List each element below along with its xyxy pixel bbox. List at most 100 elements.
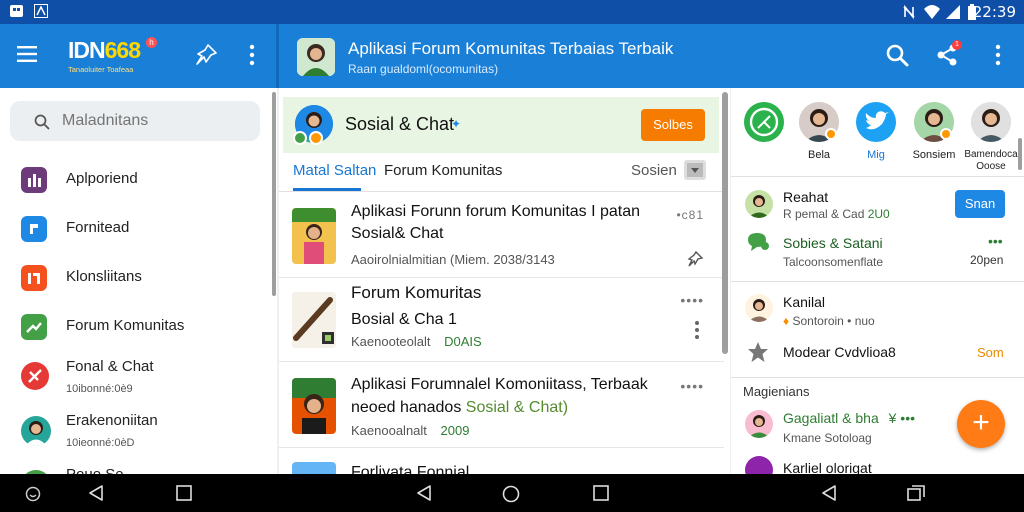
sidebar-item-label: Forum Komunitas [66, 317, 185, 334]
post-subtitle: Bosial & Cha 1 [351, 311, 457, 328]
post-corner-label: •c81 [676, 208, 704, 222]
overflow-menu-icon[interactable] [995, 44, 1001, 66]
story-bela[interactable]: Bela [791, 102, 847, 161]
header-avatar[interactable] [297, 38, 335, 76]
post-thumbnail [292, 462, 336, 474]
app-bar: IDN668 h Tanaoluiter Toafeaa Aplikasi Fo… [0, 24, 1024, 88]
more-vert-icon[interactable] [694, 320, 700, 340]
post-item[interactable]: Aplikasi Forumnalel Komoniitass, Terbaak… [279, 364, 724, 448]
chat-avatar [745, 190, 773, 218]
logo-tagline: Tanaoluiter Toafeaa [68, 65, 134, 74]
community-icon [21, 265, 47, 291]
chat-row-kanilal[interactable]: Kanilal ♦ Sontoroin • nuo Modear Cvdvlio… [731, 288, 1024, 372]
sidebar-item-aplporiend[interactable]: Aplporiend [0, 160, 270, 206]
sidebar-item-label: Klonsliitans [66, 268, 142, 285]
group-header[interactable]: Sosial & Chat ✦ Solbes [283, 97, 719, 153]
pin-icon[interactable] [194, 43, 218, 67]
gallery-icon [10, 4, 26, 20]
story-name: Mig [867, 149, 885, 161]
story-avatar [971, 102, 1011, 142]
post-title-line2-highlight: Sosial & Chat) [465, 399, 569, 416]
more-vert-icon[interactable] [249, 44, 255, 66]
post-meta-text: Kaenooteolalt [351, 334, 431, 349]
post-item[interactable]: Aplikasi Forunn forum Komunitas I patan … [279, 194, 724, 278]
chat-sub-highlight: 2U0 [867, 207, 890, 221]
story-badge [825, 128, 837, 140]
group-action-button[interactable]: Solbes [641, 109, 705, 141]
sidebar-item-fonal-chat[interactable]: Fonal & Chat 10ibonné:0è9 [0, 355, 270, 401]
back-icon[interactable] [821, 485, 837, 501]
star-icon [747, 341, 769, 363]
chat-sub: Talcoonsomenflate [783, 255, 884, 269]
right-scrollbar[interactable] [1018, 138, 1022, 170]
chat-time: Som [977, 345, 1004, 360]
app-grid-icon [21, 167, 47, 193]
post-more-dots[interactable]: •••• [680, 292, 704, 308]
sidebar: Aplporiend Fornitead Klonsliitans Forum … [0, 88, 277, 474]
sort-icon[interactable] [684, 160, 706, 180]
home-icon[interactable] [502, 485, 520, 503]
chat-sub-prefix: ♦ [783, 314, 790, 328]
sidebar-item-sub: 10ieonné:0èD [66, 437, 135, 449]
post-thumbnail [292, 208, 336, 264]
search-box[interactable] [10, 101, 260, 141]
pin-icon[interactable] [686, 250, 704, 268]
post-item[interactable]: Forlivata Fonnial [279, 450, 724, 474]
appbar-divider [276, 24, 279, 88]
chat-sub-text: Sontoroin • nuo [792, 314, 875, 328]
tab-sosien[interactable]: Sosien [631, 162, 677, 179]
sidebar-item-label: Erakenoniitan [66, 412, 158, 429]
story-bamendoca[interactable]: Bamendoca Ooose [963, 102, 1019, 173]
group-badge-orange [309, 131, 323, 145]
overview-icon[interactable] [907, 485, 925, 501]
story-badge [940, 128, 952, 140]
section-label: Magienians [743, 384, 810, 399]
chat-title-extra: ¥ ••• [888, 410, 916, 426]
search-icon[interactable] [885, 43, 909, 67]
post-item[interactable]: Forum Komuritas Bosial & Cha 1 Kaenooteo… [279, 278, 724, 362]
sidebar-item-fornitead[interactable]: Fornitead [0, 209, 270, 255]
tab-forum-komunitas[interactable]: Forum Komunitas [384, 162, 502, 179]
tab-active[interactable]: Matal Saltan [293, 162, 376, 179]
chat-title-text: Gagaliatl & bha [783, 410, 879, 426]
sidebar-item-klonsliitans[interactable]: Klonsliitans [0, 258, 270, 304]
page-title: Aplikasi Forum Komunitas Terbaias Terbai… [348, 39, 674, 58]
post-title: Forum Komuritas [351, 283, 482, 302]
sidebar-item-forum-komunitas[interactable]: Forum Komunitas [0, 307, 270, 353]
sidebar-scrollbar[interactable] [272, 92, 276, 296]
recents-icon[interactable] [176, 485, 192, 501]
assistant-icon[interactable] [25, 486, 41, 502]
story-sonsiem[interactable]: Sonsiem [906, 102, 962, 161]
search-input[interactable] [62, 110, 252, 132]
menu-icon[interactable] [16, 45, 38, 63]
sidebar-item-poue-se[interactable]: Poue Se [0, 463, 270, 474]
chat-title: Kanilal [783, 294, 826, 310]
feed-scrollbar[interactable] [722, 92, 728, 354]
sidebar-item-label: Poue Se [66, 466, 124, 474]
logo-text-accent: 668 [104, 37, 141, 63]
post-more-dots[interactable]: •••• [680, 378, 704, 394]
chat-row-reahat[interactable]: Reahat R pemal & Cad 2U0 Snan Sobies & S… [731, 184, 1024, 274]
twitter-icon [856, 102, 896, 142]
chat-status-dots: ••• [988, 233, 1003, 249]
chat-time: 20pen [970, 253, 1004, 267]
chat-sub-text: R pemal & Cad [783, 207, 865, 221]
sidebar-item-erakenoniitan[interactable]: Erakenoniitan 10ieonné:0èD [0, 409, 270, 455]
chat-action-button[interactable]: Snan [955, 190, 1005, 218]
post-meta: Aaoirolnialmitian (Miem. 2038/3143 [351, 252, 555, 267]
recents-icon[interactable] [593, 485, 609, 501]
user-avatar [21, 416, 51, 446]
post-thumbnail [292, 378, 336, 434]
notification-icon [34, 4, 50, 20]
add-fab-button[interactable]: + [957, 400, 1005, 448]
logo-badge: h [146, 37, 157, 48]
post-title-line2: neoed hanados Sosial & Chat) [351, 397, 671, 419]
app-logo[interactable]: IDN668 h Tanaoluiter Toafeaa [68, 37, 164, 74]
story-name: Bela [807, 149, 831, 161]
story-mig[interactable]: Mig [848, 102, 904, 161]
back-icon[interactable] [88, 485, 104, 501]
story-whatsapp[interactable] [736, 102, 792, 149]
chart-icon [21, 314, 47, 340]
back-icon[interactable] [416, 485, 432, 501]
post-title-line2-text: neoed hanados [351, 399, 462, 416]
